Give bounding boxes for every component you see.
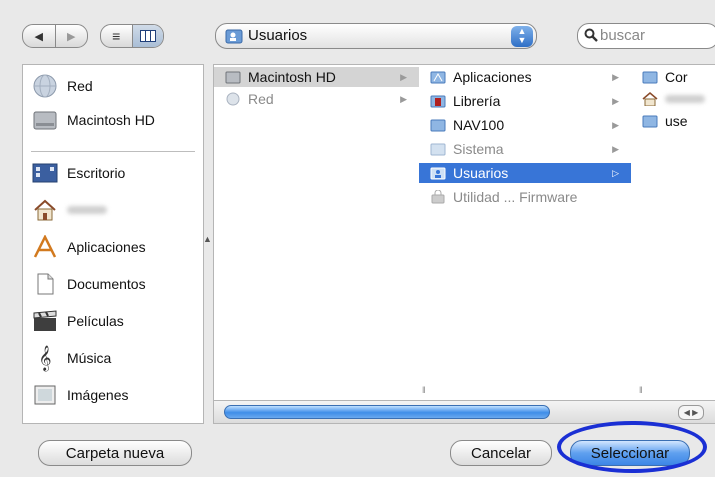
disclosure-arrow-icon: ▶ [400, 93, 407, 104]
list-item[interactable]: NAV100 ▶ [419, 115, 631, 135]
scroll-left-arrow-icon[interactable]: ◀ ▶ [678, 405, 704, 420]
select-label: Seleccionar [590, 444, 670, 462]
disclosure-arrow-icon: ▷ [612, 167, 619, 178]
list-item-selected[interactable]: Usuarios ▷ [419, 163, 631, 183]
sidebar-item-label: Aplicaciones [67, 239, 146, 255]
sidebar-item-musica[interactable]: 𝄞 Música [31, 344, 111, 372]
view-mode-control: ≡ [100, 24, 164, 48]
list-item-label: Librería [453, 93, 501, 109]
column-resize-handle[interactable]: ǁ [422, 385, 426, 395]
sidebar-item-label: Películas [67, 313, 124, 329]
location-popup[interactable]: Usuarios ▲ ▼ [215, 23, 537, 49]
new-folder-button[interactable]: Carpeta nueva [38, 440, 192, 466]
disclosure-arrow-icon: ▶ [612, 95, 619, 106]
back-arrow-icon[interactable]: ◀ [23, 25, 55, 47]
pictures-icon [31, 383, 59, 407]
list-item[interactable]: Utilidad ... Firmware [419, 187, 631, 207]
search-placeholder: buscar [600, 27, 646, 44]
disclosure-arrow-icon: ▶ [612, 119, 619, 130]
sidebar-item-macintosh-hd[interactable]: Macintosh HD [31, 106, 155, 134]
select-button[interactable]: Seleccionar [570, 440, 690, 466]
list-item-label [665, 95, 705, 103]
desktop-icon [31, 161, 59, 185]
documents-icon [31, 272, 59, 296]
list-item-label: NAV100 [453, 117, 505, 133]
location-label: Usuarios [248, 27, 308, 44]
sidebar-item-escritorio[interactable]: Escritorio [31, 159, 125, 187]
network-globe-icon [31, 74, 59, 98]
sidebar-item-label: Red [67, 78, 93, 94]
list-item[interactable]: Red ▶ [214, 89, 419, 109]
list-item[interactable]: Macintosh HD ▶ [214, 67, 419, 87]
sidebar-item-red[interactable]: Red [31, 72, 93, 100]
browser-column-2: Aplicaciones ▶ Librería ▶ NAV100 ▶ Siste… [419, 65, 632, 401]
list-item[interactable]: Cor [631, 67, 715, 87]
list-view-icon[interactable]: ≡ [101, 25, 132, 47]
cancel-button[interactable]: Cancelar [450, 440, 552, 466]
browser-column-3: Cor use [631, 65, 715, 401]
list-item-label: use [665, 113, 688, 129]
sidebar-item-aplicaciones[interactable]: Aplicaciones [31, 233, 146, 261]
sidebar-item-label [67, 206, 107, 214]
back-forward-control: ◀ ▶ [22, 24, 88, 48]
sidebar-divider [31, 151, 195, 152]
network-globe-icon [224, 91, 242, 107]
list-item-label: Usuarios [453, 165, 509, 181]
home-icon [31, 198, 59, 222]
column-browser: Macintosh HD ▶ Red ▶ Aplicaciones ▶ Libr… [213, 64, 715, 424]
library-folder-icon [429, 93, 447, 109]
disclosure-arrow-icon: ▶ [400, 71, 407, 82]
search-field[interactable]: buscar [577, 23, 715, 49]
forward-arrow-icon[interactable]: ▶ [54, 25, 88, 47]
scrollbar-thumb[interactable] [224, 405, 550, 419]
sidebar: Red Macintosh HD Escritorio Aplicaciones… [22, 64, 204, 424]
sidebar-item-documentos[interactable]: Documentos [31, 270, 146, 298]
horizontal-scrollbar[interactable]: ◀ ▶ [214, 400, 715, 423]
list-item-label: Cor [665, 69, 688, 85]
sidebar-item-imagenes[interactable]: Imágenes [31, 381, 128, 409]
list-item-label: Utilidad ... Firmware [453, 189, 578, 205]
sidebar-item-home[interactable] [31, 196, 107, 224]
home-icon [641, 91, 659, 107]
sidebar-item-label: Imágenes [67, 387, 129, 403]
users-folder-icon [429, 165, 447, 181]
folder-icon [641, 69, 659, 85]
folder-icon [641, 113, 659, 129]
users-folder-icon [225, 28, 243, 47]
sidebar-item-label: Macintosh HD [67, 112, 155, 128]
browser-column-1: Macintosh HD ▶ Red ▶ [214, 65, 420, 401]
list-item-label: Macintosh HD [248, 69, 336, 85]
applications-folder-icon [429, 69, 447, 85]
hard-drive-icon [224, 69, 242, 85]
system-folder-icon [429, 141, 447, 157]
list-item[interactable] [631, 89, 715, 109]
music-icon: 𝄞 [38, 345, 52, 370]
sidebar-item-label: Documentos [67, 276, 146, 292]
column-resize-handle[interactable]: ǁ [639, 385, 643, 395]
applications-icon [31, 235, 59, 259]
popup-arrows-icon: ▲ ▼ [511, 26, 533, 47]
sidebar-item-peliculas[interactable]: Películas [31, 307, 124, 335]
list-item-label: Sistema [453, 141, 504, 157]
list-item[interactable]: Aplicaciones ▶ [419, 67, 631, 87]
sidebar-item-label: Escritorio [67, 165, 126, 181]
utility-app-icon [429, 189, 447, 205]
disclosure-arrow-icon: ▶ [612, 143, 619, 154]
folder-icon [429, 117, 447, 133]
list-item[interactable]: use [631, 111, 715, 131]
splitter-handle[interactable]: ▲ [203, 234, 212, 244]
magnifier-icon [584, 28, 598, 45]
column-view-icon[interactable] [131, 25, 163, 47]
list-item-label: Red [248, 91, 274, 107]
disclosure-arrow-icon: ▶ [612, 71, 619, 82]
list-item[interactable]: Sistema ▶ [419, 139, 631, 159]
hard-drive-icon [31, 108, 59, 132]
list-item[interactable]: Librería ▶ [419, 91, 631, 111]
sidebar-item-label: Música [67, 350, 112, 366]
new-folder-label: Carpeta nueva [65, 444, 165, 462]
cancel-label: Cancelar [470, 444, 532, 462]
movies-icon [31, 309, 59, 333]
list-item-label: Aplicaciones [453, 69, 532, 85]
